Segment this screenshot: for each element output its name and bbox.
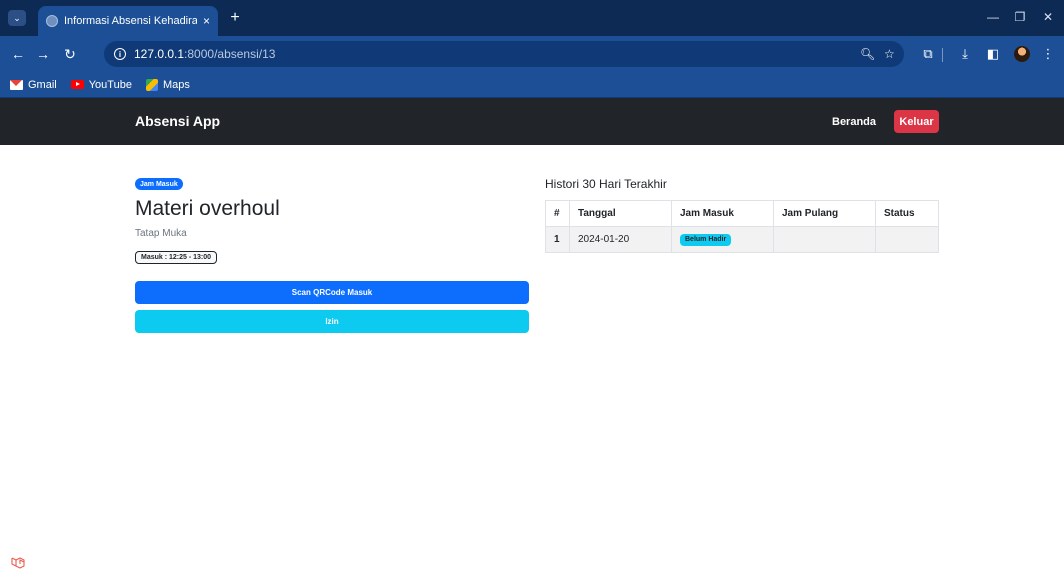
window-close-icon[interactable]: ✕ (1040, 10, 1056, 24)
download-icon[interactable]: ⤓ (957, 46, 973, 62)
side-panel-icon[interactable]: ◧ (985, 46, 1001, 62)
app-brand[interactable]: Absensi App (135, 113, 220, 129)
new-tab-icon[interactable]: + (226, 9, 244, 27)
zoom-icon[interactable]: 🔍︎ (860, 47, 875, 61)
bookmark-star-icon[interactable]: ☆ (884, 47, 895, 61)
tab-search-chevron-icon[interactable]: ⌄ (8, 10, 26, 26)
gmail-icon (10, 79, 23, 90)
history-table: # Tanggal Jam Masuk Jam Pulang Status 1 … (545, 200, 939, 253)
restore-icon[interactable]: ❐ (1012, 10, 1028, 24)
page-title: Materi overhoul (135, 197, 280, 220)
logout-button[interactable]: Keluar (894, 110, 939, 133)
url-text: 127.0.0.1:8000/absensi/13 (134, 47, 276, 61)
forward-icon[interactable]: → (35, 46, 51, 62)
bookmark-label: Gmail (28, 78, 57, 91)
extensions-icon[interactable]: ⧉ (920, 46, 936, 62)
row-number: 1 (545, 226, 570, 253)
browser-tab-bar: ⌄ Informasi Absensi Kehadiran | A × + — … (0, 0, 1064, 36)
tab-favicon-icon (46, 15, 58, 27)
bookmarks-bar: Gmail YouTube Maps (0, 72, 1064, 98)
site-info-icon[interactable]: i (114, 48, 126, 60)
attendance-status-badge: Belum Hadir (680, 234, 732, 246)
nav-home-link[interactable]: Beranda (832, 116, 876, 128)
row-date: 2024-01-20 (569, 226, 672, 253)
bookmark-label: Maps (162, 78, 190, 91)
column-header: # (545, 200, 570, 227)
table-row: 1 2024-01-20 Belum Hadir (545, 226, 939, 253)
column-header: Jam Pulang (773, 200, 876, 227)
back-icon[interactable]: ← (10, 46, 26, 62)
address-bar[interactable]: i 127.0.0.1:8000/absensi/13 🔍︎ ☆ (104, 41, 904, 67)
row-status (875, 226, 939, 253)
column-header: Status (875, 200, 939, 227)
permit-button[interactable]: Izin (135, 310, 529, 333)
scan-qrcode-button[interactable]: Scan QRCode Masuk (135, 281, 529, 304)
laravel-logo-icon (11, 557, 25, 569)
row-check-in: Belum Hadir (671, 226, 774, 253)
profile-avatar[interactable] (1014, 46, 1030, 62)
youtube-icon (70, 80, 84, 89)
browser-tab[interactable]: Informasi Absensi Kehadiran | A × (38, 6, 218, 36)
maps-icon (145, 78, 158, 91)
toolbar-separator (942, 48, 943, 62)
bookmark-youtube[interactable]: YouTube (70, 78, 132, 91)
bookmark-gmail[interactable]: Gmail (10, 79, 57, 91)
tab-close-icon[interactable]: × (203, 14, 210, 28)
table-header-row: # Tanggal Jam Masuk Jam Pulang Status (545, 200, 939, 227)
bookmark-label: YouTube (88, 78, 132, 91)
browser-toolbar: ← → ↻ i 127.0.0.1:8000/absensi/13 🔍︎ ☆ ⧉… (0, 36, 1064, 72)
app-navbar: Absensi App Beranda Keluar (0, 98, 1064, 145)
session-mode: Tatap Muka (135, 228, 187, 239)
session-type-badge: Jam Masuk (135, 178, 183, 190)
tab-title: Informasi Absensi Kehadiran | A (64, 15, 197, 27)
reload-icon[interactable]: ↻ (62, 46, 78, 62)
check-in-time-badge: Masuk : 12:25 - 13:00 (135, 251, 218, 264)
column-header: Jam Masuk (671, 200, 774, 227)
minimize-icon[interactable]: — (985, 10, 1001, 24)
row-check-out (773, 226, 876, 253)
menu-kebab-icon[interactable]: ⋮ (1040, 46, 1056, 62)
bookmark-maps[interactable]: Maps (145, 78, 190, 91)
column-header: Tanggal (569, 200, 672, 227)
history-title: Histori 30 Hari Terakhir (545, 177, 667, 191)
